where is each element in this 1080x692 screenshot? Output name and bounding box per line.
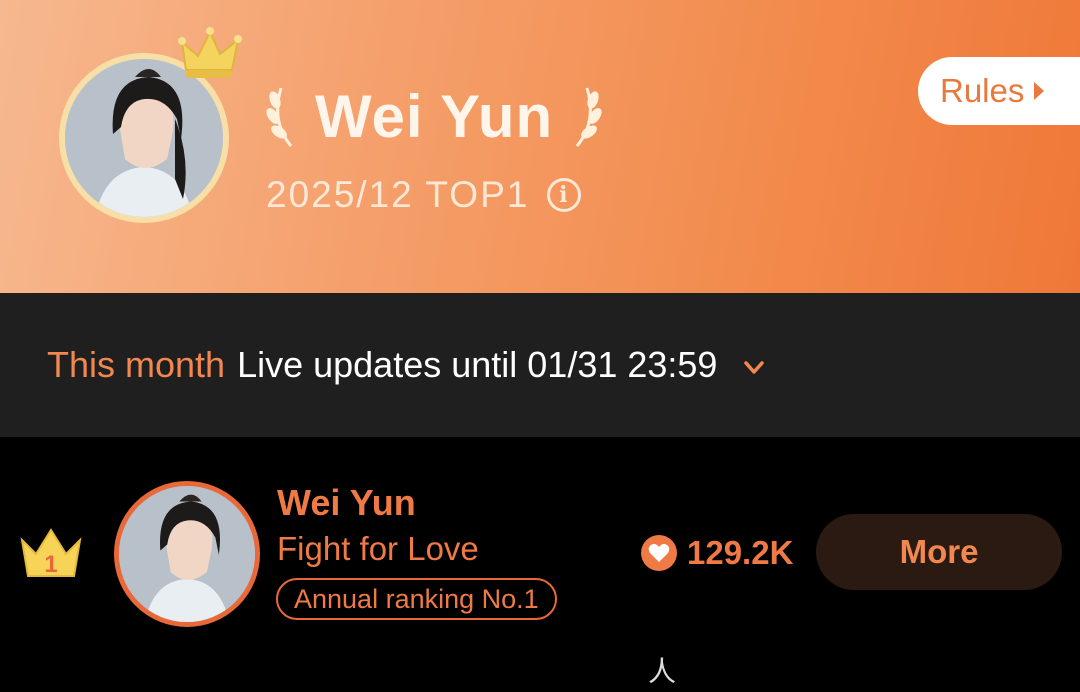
page-title: Wei Yun <box>315 82 554 150</box>
badge-label: Annual ranking No.1 <box>294 583 539 614</box>
period-selector[interactable]: This month Live updates until 01/31 23:5… <box>0 293 1080 437</box>
rules-label: Rules <box>940 72 1025 109</box>
heart-icon <box>641 535 677 571</box>
row-avatar-image <box>119 486 255 622</box>
laurel-right-icon <box>576 87 602 147</box>
drama-title: Fight for Love <box>277 530 479 567</box>
info-icon[interactable]: i <box>547 178 582 212</box>
heat-score: 129.2K <box>641 534 793 572</box>
row-avatar[interactable] <box>114 481 260 627</box>
period-label: This month <box>47 344 226 385</box>
rank-number: 1 <box>44 551 57 578</box>
chevron-right-icon <box>1034 82 1045 100</box>
chevron-down-icon[interactable] <box>743 356 765 378</box>
subtitle-text: 2025/12 TOP1 <box>266 174 530 215</box>
rank-crown-icon: 1 <box>20 528 82 578</box>
bottom-glyph: 人 <box>648 655 677 688</box>
period-text: Live updates until 01/31 23:59 <box>237 344 718 385</box>
page-subtitle: 2025/12 TOP1 i <box>266 174 582 216</box>
crown-icon <box>178 27 242 78</box>
ranking-header: Wei Yun 2025/12 TOP1 i Rules <box>0 0 1080 293</box>
laurel-left-icon <box>266 87 293 147</box>
more-button[interactable]: More <box>816 514 1062 590</box>
more-label: More <box>899 533 979 570</box>
artist-name[interactable]: Wei Yun <box>277 482 416 524</box>
annual-ranking-badge: Annual ranking No.1 <box>276 578 557 620</box>
rules-button[interactable]: Rules <box>918 57 1080 125</box>
heat-value: 129.2K <box>687 534 794 571</box>
